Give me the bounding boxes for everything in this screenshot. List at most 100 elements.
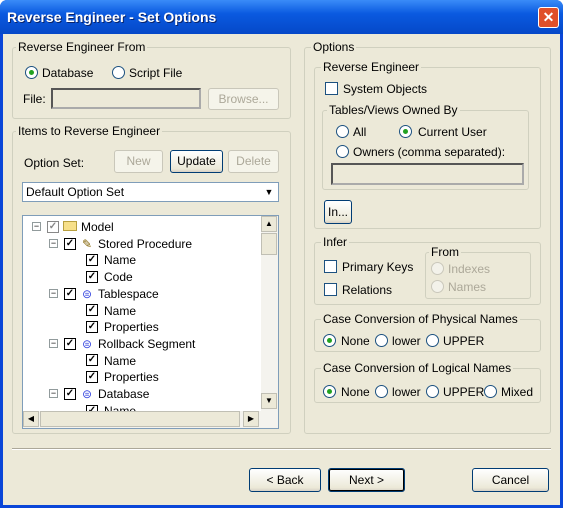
delete-button[interactable]: Delete bbox=[228, 150, 279, 173]
relations-checkbox[interactable] bbox=[324, 283, 337, 296]
tree-checkbox[interactable]: ✓ bbox=[86, 371, 98, 384]
chevron-down-icon[interactable]: ▼ bbox=[261, 184, 277, 200]
tree-item-label: Model bbox=[81, 219, 114, 234]
tree-item-label: Properties bbox=[104, 320, 159, 335]
collapse-icon[interactable]: − bbox=[49, 338, 58, 348]
logical-none-radio[interactable] bbox=[323, 385, 336, 398]
script-file-radio[interactable] bbox=[112, 66, 125, 79]
tree-checkbox[interactable]: ✓ bbox=[47, 220, 59, 233]
cancel-button[interactable]: Cancel bbox=[472, 468, 549, 492]
in-button[interactable]: In... bbox=[324, 200, 352, 224]
items-tree[interactable]: ✓Name−✓⊜Database✓Properties✓Name−✓⊜Rollb… bbox=[22, 215, 279, 429]
tree-item[interactable]: − ✓ ⊜ Tablespace bbox=[49, 286, 159, 302]
logical-mixed-label: Mixed bbox=[501, 385, 534, 399]
physical-lower-radio[interactable] bbox=[375, 334, 388, 347]
option-set-value: Default Option Set bbox=[26, 185, 125, 199]
tree-checkbox[interactable]: ✓ bbox=[86, 304, 98, 317]
current-user-label: Current User bbox=[418, 125, 487, 139]
database-icon: ⊜ bbox=[81, 386, 93, 401]
tree-checkbox[interactable]: ✓ bbox=[64, 337, 76, 350]
indexes-radio[interactable] bbox=[431, 262, 444, 275]
database-icon: ⊜ bbox=[81, 286, 93, 301]
footer-divider bbox=[12, 448, 551, 450]
group-label: Items to Reverse Engineer bbox=[16, 124, 163, 138]
tree-item-label: Name bbox=[104, 303, 137, 318]
primary-keys-checkbox[interactable] bbox=[324, 260, 337, 273]
option-set-dropdown[interactable]: Default Option Set ▼ bbox=[22, 182, 279, 202]
tree-item-label: Tablespace bbox=[98, 286, 159, 301]
scroll-thumb[interactable] bbox=[261, 233, 277, 255]
tree-checkbox[interactable]: ✓ bbox=[86, 254, 98, 267]
tree-checkbox[interactable]: ✓ bbox=[64, 237, 76, 250]
names-label: Names bbox=[448, 280, 487, 294]
tree-item[interactable]: ✓ Properties bbox=[86, 369, 159, 385]
tree-item-label: Name bbox=[104, 253, 137, 268]
collapse-icon[interactable]: − bbox=[49, 389, 58, 398]
file-label: File: bbox=[23, 92, 46, 106]
dialog-body: Reverse Engineer From Database Script Fi… bbox=[3, 34, 560, 505]
next-button[interactable]: Next > bbox=[328, 468, 405, 492]
database-label: Database bbox=[42, 66, 94, 80]
physical-upper-radio[interactable] bbox=[426, 334, 439, 347]
logical-none-label: None bbox=[341, 385, 370, 399]
scroll-down-icon[interactable]: ▼ bbox=[261, 393, 277, 409]
window-title: Reverse Engineer - Set Options bbox=[7, 9, 217, 25]
names-radio[interactable] bbox=[431, 280, 444, 293]
dialog-window: Reverse Engineer - Set Options ✕ Reverse… bbox=[0, 0, 563, 508]
system-objects-checkbox[interactable] bbox=[325, 82, 338, 95]
tree-checkbox[interactable]: ✓ bbox=[86, 354, 98, 367]
tree-checkbox[interactable]: ✓ bbox=[64, 287, 76, 300]
group-label: Case Conversion of Logical Names bbox=[321, 361, 514, 375]
folder-icon bbox=[63, 220, 77, 234]
owners-label: Owners (comma separated): bbox=[353, 145, 506, 159]
hscroll-thumb[interactable] bbox=[40, 411, 240, 427]
all-radio[interactable] bbox=[336, 125, 349, 138]
tree-item-label: Stored Procedure bbox=[98, 236, 193, 251]
vertical-scrollbar[interactable]: ▲ ▼ bbox=[261, 216, 278, 411]
tree-checkbox[interactable]: ✓ bbox=[86, 270, 98, 283]
physical-none-radio[interactable] bbox=[323, 334, 336, 347]
tree-item[interactable]: ✓ Name bbox=[86, 353, 136, 369]
current-user-radio[interactable] bbox=[399, 125, 412, 138]
tree-item[interactable]: ✓ Properties bbox=[86, 319, 159, 335]
database-radio[interactable] bbox=[25, 66, 38, 79]
tree-item-label: Rollback Segment bbox=[98, 336, 196, 351]
group-label: Reverse Engineer bbox=[321, 60, 422, 74]
horizontal-scrollbar[interactable]: ◀ ▶ bbox=[23, 411, 278, 428]
logical-mixed-radio[interactable] bbox=[484, 385, 497, 398]
relations-label: Relations bbox=[342, 283, 393, 297]
collapse-icon[interactable]: − bbox=[32, 222, 41, 231]
owners-radio[interactable] bbox=[336, 145, 349, 158]
collapse-icon[interactable]: − bbox=[49, 288, 58, 298]
tree-item[interactable]: − ✓ ⊜ Database bbox=[49, 386, 149, 402]
scroll-right-icon[interactable]: ▶ bbox=[243, 411, 259, 427]
collapse-icon[interactable]: − bbox=[49, 238, 58, 248]
database-icon: ⊜ bbox=[81, 336, 93, 351]
group-label: Reverse Engineer From bbox=[16, 40, 148, 54]
owners-input[interactable] bbox=[331, 163, 524, 185]
back-button[interactable]: < Back bbox=[249, 468, 321, 492]
tree-checkbox[interactable]: ✓ bbox=[64, 387, 76, 400]
group-label: Infer bbox=[321, 235, 350, 249]
scroll-left-icon[interactable]: ◀ bbox=[23, 411, 39, 427]
script-file-label: Script File bbox=[129, 66, 183, 80]
logical-upper-radio[interactable] bbox=[426, 385, 439, 398]
file-input[interactable] bbox=[51, 88, 201, 109]
logical-lower-radio[interactable] bbox=[375, 385, 388, 398]
group-label: From bbox=[429, 245, 461, 259]
primary-keys-label: Primary Keys bbox=[342, 260, 414, 274]
tree-item-label: Code bbox=[104, 269, 133, 284]
close-icon[interactable]: ✕ bbox=[538, 7, 559, 28]
tree-item[interactable]: ✓ Name bbox=[86, 252, 136, 268]
scroll-up-icon[interactable]: ▲ bbox=[261, 216, 277, 232]
new-button[interactable]: New bbox=[114, 150, 163, 173]
browse-button[interactable]: Browse... bbox=[208, 88, 279, 110]
group-label: Case Conversion of Physical Names bbox=[321, 312, 520, 326]
tree-item[interactable]: ✓ Code bbox=[86, 269, 133, 285]
update-button[interactable]: Update bbox=[170, 150, 223, 173]
tree-item[interactable]: ✓ Name bbox=[86, 303, 136, 319]
tree-item[interactable]: − ✓ Model bbox=[32, 219, 114, 235]
tree-item[interactable]: − ✓ ⊜ Rollback Segment bbox=[49, 336, 196, 352]
tree-checkbox[interactable]: ✓ bbox=[86, 321, 98, 334]
tree-item[interactable]: − ✓ ✎ Stored Procedure bbox=[49, 236, 193, 252]
